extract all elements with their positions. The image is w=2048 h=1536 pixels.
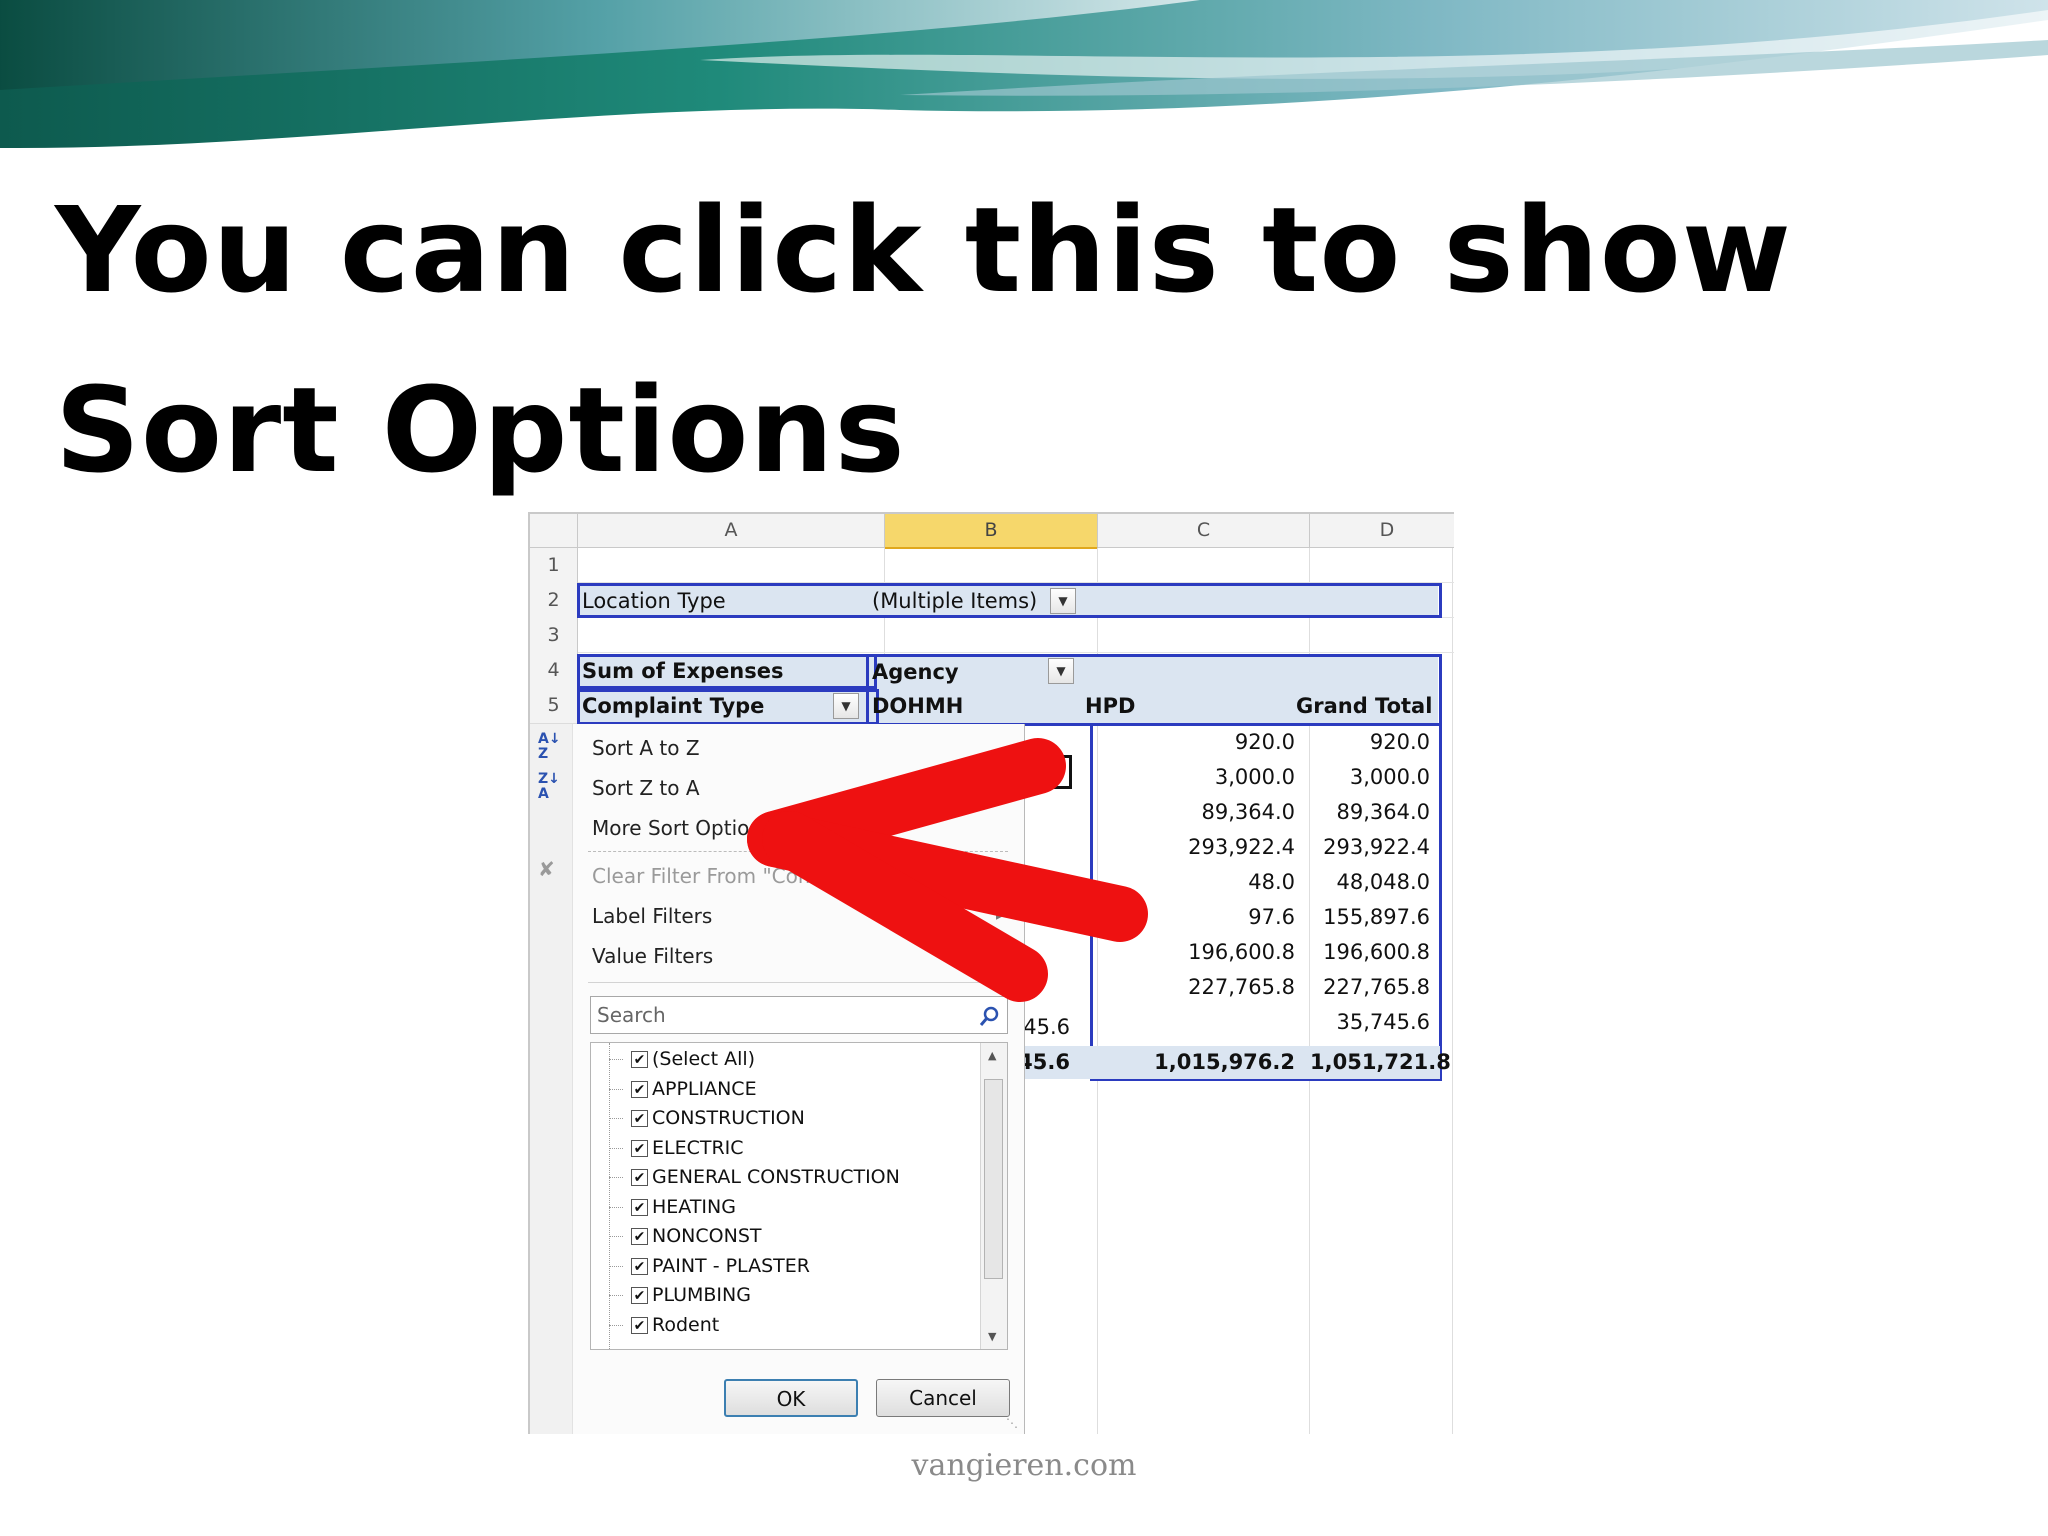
source-credit: vangieren.com [911,1448,1137,1483]
excel-screenshot: A B C D 1 2 3 4 5 Location Type (Multipl… [528,512,1454,1434]
slide-title-line-1: You can click this to show [55,181,1792,319]
red-arrow-annotation [747,738,1148,1002]
decorative-banner [0,0,2048,150]
slide-title-line-2: Sort Options [55,361,906,499]
slide-title: You can click this to show Sort Options [55,160,1955,520]
